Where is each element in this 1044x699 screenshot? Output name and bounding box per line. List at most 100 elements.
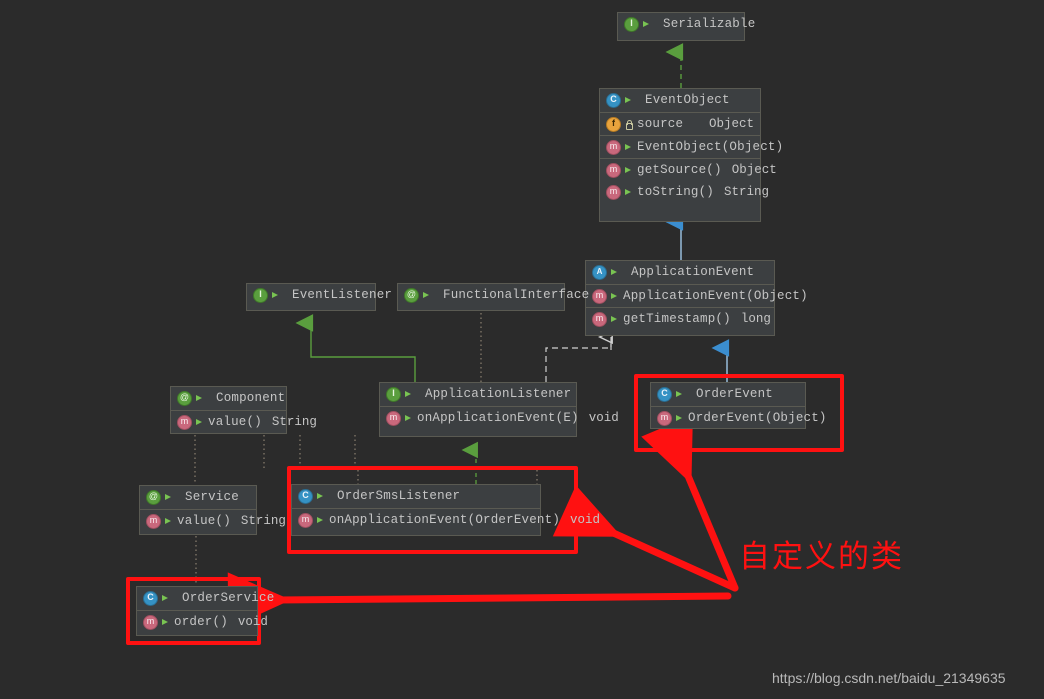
node-header: Component xyxy=(171,387,286,410)
node-applicationevent[interactable]: ApplicationEvent ApplicationEvent(Object… xyxy=(585,260,808,336)
member-row[interactable]: getTimestamp() long xyxy=(586,307,774,330)
member-label: OrderEvent(Object) xyxy=(688,410,827,425)
node-header: OrderEvent xyxy=(651,383,805,406)
public-visibility-icon xyxy=(403,388,414,401)
node-functionalinterface[interactable]: FunctionalInterface xyxy=(397,283,589,311)
field-icon xyxy=(606,116,621,132)
member-type: String xyxy=(271,414,317,429)
member-row[interactable]: value() String xyxy=(140,509,286,532)
member-row[interactable]: value() String xyxy=(171,410,317,433)
method-icon xyxy=(146,513,161,529)
class-name: OrderService xyxy=(182,591,275,605)
node-orderservice[interactable]: OrderService order() void xyxy=(136,586,274,636)
public-visibility-icon xyxy=(403,412,414,425)
public-visibility-icon xyxy=(623,94,634,107)
watermark-url: https://blog.csdn.net/baidu_21349635 xyxy=(772,670,1006,686)
public-visibility-icon xyxy=(194,416,205,429)
annotation-icon xyxy=(177,391,192,406)
node-serializable[interactable]: Serializable xyxy=(617,12,755,41)
member-row[interactable]: order() void xyxy=(137,610,268,633)
node-orderevent[interactable]: OrderEvent OrderEvent(Object) xyxy=(650,382,826,429)
public-visibility-icon xyxy=(315,490,326,503)
public-visibility-icon xyxy=(160,592,171,605)
custom-classes-annotation: 自定义的类 xyxy=(739,539,904,575)
method-icon xyxy=(298,512,313,528)
member-label: getTimestamp() xyxy=(623,311,731,326)
member-row[interactable]: getSource() Object xyxy=(600,158,777,181)
member-type: String xyxy=(240,513,286,528)
member-label: ApplicationEvent(Object) xyxy=(623,288,808,303)
method-icon xyxy=(592,288,607,304)
class-name: Service xyxy=(185,490,239,504)
public-visibility-icon xyxy=(163,515,174,528)
node-ordersmslistener[interactable]: OrderSmsListener onApplicationEvent(Orde… xyxy=(291,484,600,536)
public-visibility-icon xyxy=(609,266,620,279)
method-icon xyxy=(143,614,158,630)
member-row[interactable]: onApplicationEvent(OrderEvent) void xyxy=(292,508,600,531)
public-visibility-icon xyxy=(270,289,281,302)
member-label: toString() xyxy=(637,185,715,199)
member-type: Object xyxy=(731,162,777,177)
node-header: EventObject xyxy=(600,89,760,112)
member-label: EventObject(Object) xyxy=(637,139,784,154)
class-name: OrderEvent xyxy=(696,387,774,401)
public-visibility-icon xyxy=(674,412,685,425)
member-type: long xyxy=(740,311,771,326)
node-header: OrderService xyxy=(137,587,274,610)
public-visibility-icon xyxy=(623,186,634,199)
member-row[interactable]: OrderEvent(Object) xyxy=(651,406,826,429)
node-eventobject[interactable]: EventObject source Object EventObject(Ob… xyxy=(599,88,783,222)
annotation-icon xyxy=(404,288,419,303)
class-name: OrderSmsListener xyxy=(337,489,461,503)
member-row[interactable]: EventObject(Object) xyxy=(600,135,783,158)
public-visibility-icon xyxy=(674,388,685,401)
public-visibility-icon xyxy=(641,18,652,31)
class-name: FunctionalInterface xyxy=(443,288,590,302)
public-visibility-icon xyxy=(163,491,174,504)
node-header: ApplicationEvent xyxy=(586,261,774,284)
public-visibility-icon xyxy=(623,141,634,154)
node-header: OrderSmsListener xyxy=(292,485,540,508)
member-label: order() xyxy=(174,614,228,629)
node-applicationlistener[interactable]: ApplicationListener onApplicationEvent(E… xyxy=(379,382,619,437)
node-service[interactable]: Service value() String xyxy=(139,485,286,535)
class-name: Serializable xyxy=(663,17,756,31)
method-icon xyxy=(606,162,621,178)
node-header: FunctionalInterface xyxy=(398,284,589,307)
member-type: void xyxy=(570,512,601,527)
member-label: onApplicationEvent(OrderEvent) xyxy=(329,512,561,527)
member-label: value() xyxy=(177,513,231,528)
member-row[interactable]: toString() String xyxy=(600,181,769,204)
method-icon xyxy=(606,185,621,200)
interface-icon xyxy=(253,288,268,303)
class-name: Component xyxy=(216,391,286,405)
method-icon xyxy=(386,410,401,426)
public-visibility-icon xyxy=(623,164,634,177)
class-name: ApplicationListener xyxy=(425,387,572,401)
member-label: source xyxy=(637,116,684,131)
public-visibility-icon xyxy=(421,289,432,302)
interface-icon xyxy=(386,387,401,402)
class-icon xyxy=(298,489,313,504)
class-icon xyxy=(606,93,621,108)
node-header: Serializable xyxy=(618,13,755,36)
uml-diagram-canvas: Serializable (green dashed, hollow trian… xyxy=(0,0,1044,699)
edge-applicationlistener-to-eventlistener xyxy=(311,323,416,382)
class-icon xyxy=(657,387,672,402)
member-row[interactable]: onApplicationEvent(E) void xyxy=(380,406,619,429)
node-component[interactable]: Component value() String xyxy=(170,386,317,434)
node-header: ApplicationListener xyxy=(380,383,576,406)
member-type: void xyxy=(237,614,268,629)
member-type: void xyxy=(588,410,619,425)
member-row[interactable]: ApplicationEvent(Object) xyxy=(586,284,808,307)
node-header: EventListener xyxy=(247,284,392,307)
class-name: ApplicationEvent xyxy=(631,265,755,279)
member-label: onApplicationEvent(E) xyxy=(417,410,579,425)
public-visibility-icon xyxy=(315,514,326,527)
abstract-class-icon xyxy=(592,265,607,280)
member-type: Object xyxy=(708,116,754,131)
class-name: EventListener xyxy=(292,288,393,302)
member-row[interactable]: source Object xyxy=(600,112,760,135)
node-eventlistener[interactable]: EventListener xyxy=(246,283,392,311)
annotation-icon xyxy=(146,490,161,505)
